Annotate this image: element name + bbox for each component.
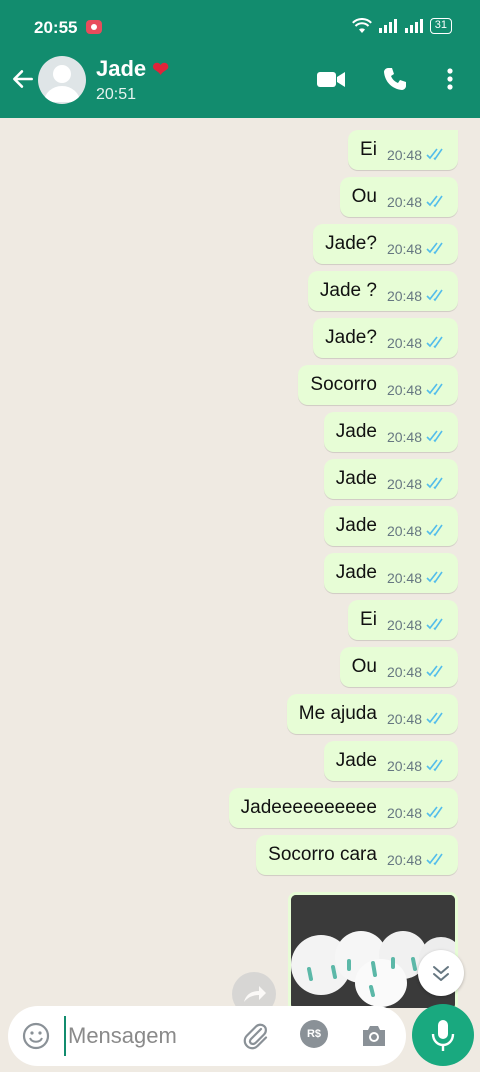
contact-name[interactable]: Jade ❤	[96, 56, 169, 82]
message-text: Ei	[360, 139, 377, 160]
message-input[interactable]	[64, 1016, 234, 1056]
message-time: 20:48	[386, 617, 422, 633]
back-arrow-icon[interactable]	[10, 66, 36, 92]
message-time: 20:48	[386, 476, 422, 492]
read-receipt-icon	[426, 759, 443, 772]
message-text: Jade	[335, 468, 377, 489]
double-chevron-down-icon	[433, 966, 449, 981]
voice-call-icon[interactable]	[380, 66, 410, 92]
microphone-icon	[431, 1020, 455, 1051]
avatar[interactable]	[38, 56, 86, 104]
read-receipt-icon	[426, 242, 443, 255]
message-text: Ei	[360, 609, 377, 630]
status-time: 20:55	[34, 18, 78, 37]
message-time: 20:48	[386, 382, 422, 398]
message-text: Jadeeeeeeeeee	[240, 797, 377, 818]
emoji-icon[interactable]	[20, 1020, 52, 1052]
message-time: 20:48	[386, 523, 422, 539]
message-bubble[interactable]: Me ajuda 20:48	[286, 694, 458, 734]
video-call-icon[interactable]	[316, 66, 346, 92]
voice-message-button[interactable]	[412, 1004, 474, 1066]
message-time: 20:48	[386, 758, 422, 774]
message-bubble[interactable]: Socorro 20:48	[298, 365, 458, 405]
message-text: Jade?	[325, 327, 377, 348]
screen-record-icon	[86, 20, 102, 34]
message-bubble[interactable]: Ou 20:48	[339, 647, 458, 687]
message-time: 20:48	[386, 147, 422, 163]
read-receipt-icon	[426, 665, 443, 678]
read-receipt-icon	[426, 148, 443, 161]
message-time: 20:48	[386, 570, 422, 586]
message-time: 20:48	[386, 805, 422, 821]
message-bubble[interactable]: Jadeeeeeeeeee 20:48	[228, 788, 458, 828]
read-receipt-icon	[426, 289, 443, 302]
message-time: 20:48	[386, 664, 422, 680]
read-receipt-icon	[426, 477, 443, 490]
message-bubble[interactable]: Ei 20:48	[348, 130, 458, 170]
read-receipt-icon	[426, 524, 443, 537]
message-bubble[interactable]: Ou 20:48	[339, 177, 458, 217]
message-text: Ou	[351, 186, 377, 207]
message-time: 20:48	[386, 194, 422, 210]
message-text: Jade	[335, 515, 377, 536]
read-receipt-icon	[426, 712, 443, 725]
chat-area[interactable]: Ei 20:48 Ou 20:48 Jade? 20:48 Jade ? 20:…	[0, 118, 480, 1008]
message-bubble[interactable]: Jade 20:48	[323, 506, 458, 546]
forward-button[interactable]	[232, 972, 276, 1008]
signal-icon	[378, 19, 397, 33]
last-seen-time: 20:51	[96, 86, 137, 103]
message-text: Socorro	[310, 374, 377, 395]
message-bubble[interactable]: Jade 20:48	[323, 459, 458, 499]
heart-emoji: ❤	[152, 59, 170, 81]
message-bubble[interactable]: Jade 20:48	[323, 412, 458, 452]
message-text: Ou	[351, 656, 377, 677]
message-time: 20:48	[386, 241, 422, 257]
read-receipt-icon	[426, 195, 443, 208]
message-time: 20:48	[386, 711, 422, 727]
message-time: 20:48	[386, 852, 422, 868]
message-text: Socorro cara	[268, 844, 377, 865]
read-receipt-icon	[426, 430, 443, 443]
message-text: Jade ?	[319, 280, 377, 301]
message-text: Me ajuda	[298, 703, 377, 724]
more-options-icon[interactable]	[438, 66, 462, 92]
message-bubble[interactable]: Jade ? 20:48	[307, 271, 458, 311]
default-avatar-icon	[44, 65, 80, 102]
currency-icon: R$	[300, 1020, 328, 1048]
read-receipt-icon	[426, 806, 443, 819]
message-text: Jade?	[325, 233, 377, 254]
wifi-icon	[351, 18, 372, 33]
message-bubble[interactable]: Socorro cara 20:48	[256, 835, 458, 875]
scroll-to-bottom-button[interactable]	[418, 950, 464, 996]
message-bubble[interactable]: Jade? 20:48	[313, 318, 458, 358]
message-time: 20:48	[386, 335, 422, 351]
message-bubble[interactable]: Jade 20:48	[323, 553, 458, 593]
chat-header: Jade ❤ 20:51	[0, 38, 480, 118]
signal-icon-2	[404, 19, 423, 33]
message-bubble[interactable]: Ei 20:48	[348, 600, 458, 640]
read-receipt-icon	[426, 336, 443, 349]
read-receipt-icon	[426, 383, 443, 396]
forward-icon	[244, 986, 266, 1002]
attach-icon[interactable]	[240, 1020, 272, 1052]
system-icons: 31	[351, 18, 452, 34]
message-bubble[interactable]: Jade? 20:48	[313, 224, 458, 264]
message-composer: R$	[8, 1006, 406, 1066]
message-text: Jade	[335, 750, 377, 771]
message-bubble[interactable]: Jade 20:48	[323, 741, 458, 781]
message-time: 20:48	[386, 429, 422, 445]
message-time: 20:48	[386, 288, 422, 304]
camera-icon[interactable]	[358, 1020, 390, 1052]
contact-name-text: Jade	[96, 56, 147, 81]
read-receipt-icon	[426, 853, 443, 866]
read-receipt-icon	[426, 618, 443, 631]
battery-indicator: 31	[429, 18, 452, 34]
read-receipt-icon	[426, 571, 443, 584]
message-text: Jade	[335, 421, 377, 442]
payment-button[interactable]: R$	[300, 1020, 332, 1052]
message-text: Jade	[335, 562, 377, 583]
